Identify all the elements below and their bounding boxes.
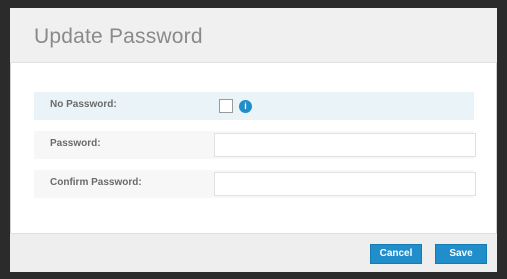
confirm-password-row: Confirm Password: xyxy=(34,170,476,198)
update-password-dialog: Update Password No Password: i Password:… xyxy=(10,8,497,272)
dialog-title: Update Password xyxy=(34,25,203,48)
no-password-label: No Password: xyxy=(50,99,117,110)
dialog-footer: Cancel Save xyxy=(10,233,497,272)
confirm-password-label: Confirm Password: xyxy=(50,177,142,188)
info-icon[interactable]: i xyxy=(239,100,252,113)
save-button[interactable]: Save xyxy=(435,244,487,264)
no-password-row: No Password: i xyxy=(34,92,474,120)
cancel-button[interactable]: Cancel xyxy=(370,244,422,264)
confirm-password-input[interactable] xyxy=(214,172,476,196)
password-form: No Password: i Password: Confirm Passwor… xyxy=(34,92,476,209)
password-input[interactable] xyxy=(214,133,476,157)
dialog-header: Update Password xyxy=(10,8,497,63)
password-label: Password: xyxy=(50,138,101,149)
password-row: Password: xyxy=(34,131,476,159)
no-password-checkbox[interactable] xyxy=(219,99,233,113)
